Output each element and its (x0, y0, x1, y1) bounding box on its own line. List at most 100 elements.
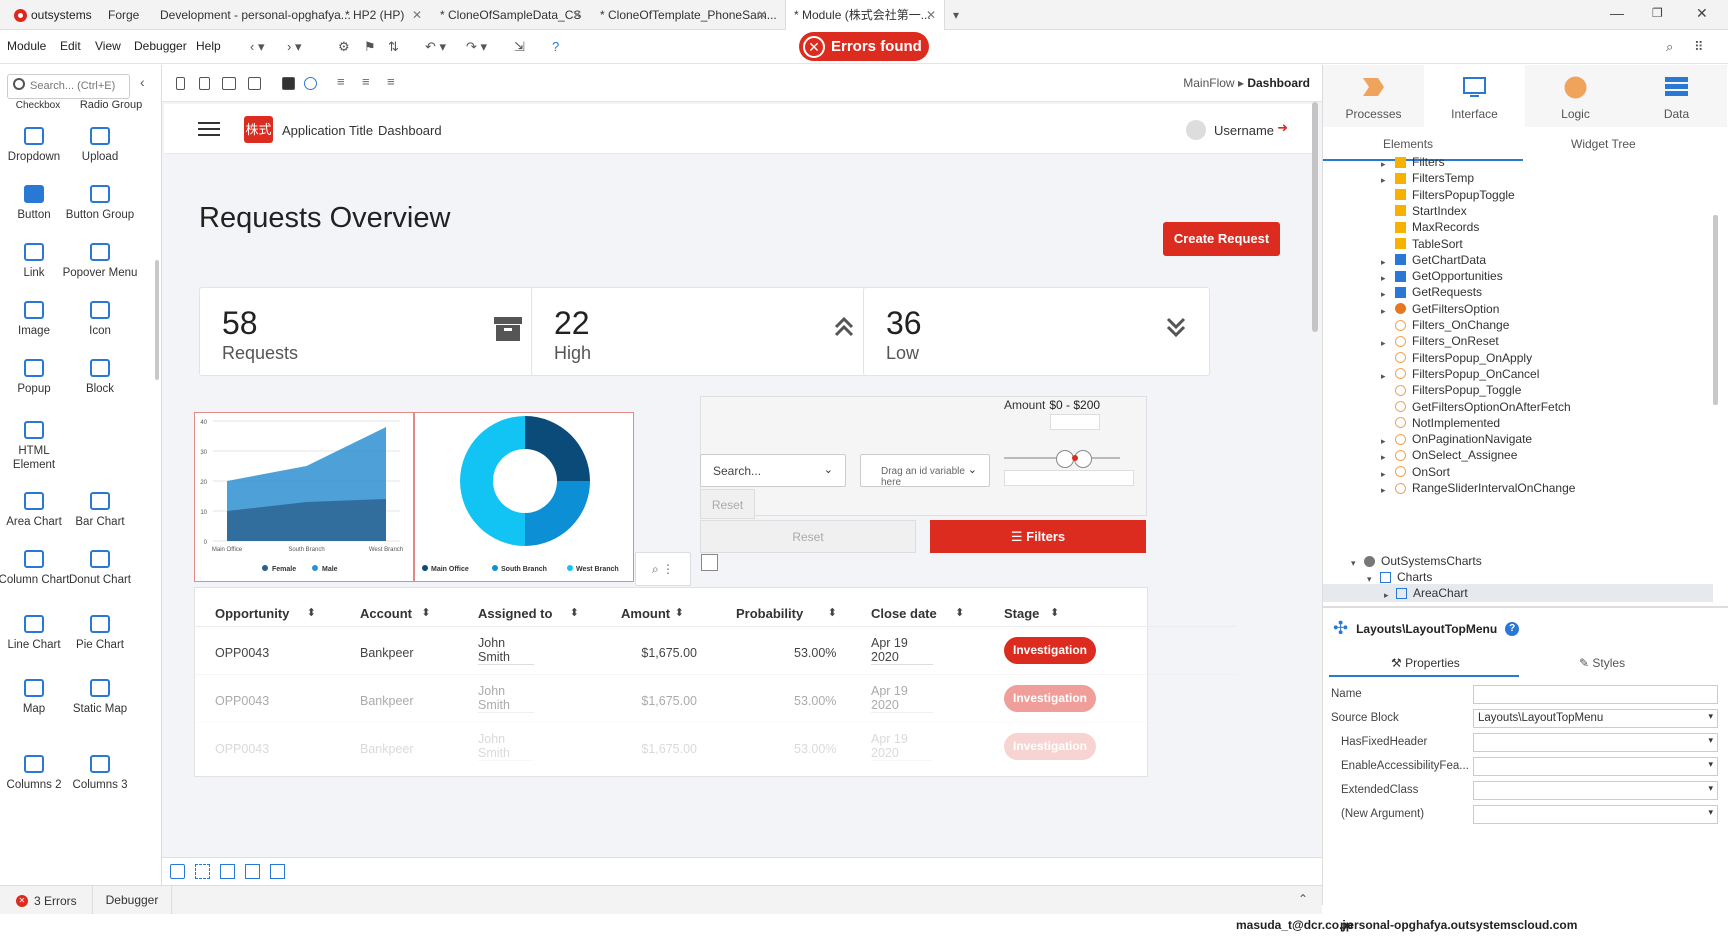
tree-item[interactable]: Filters (1395, 155, 1445, 169)
tree-group-outsystemscharts[interactable]: OutSystemsCharts (1364, 554, 1482, 568)
tablet-preview-icon[interactable] (199, 77, 210, 90)
reset-small-button[interactable]: Reset (700, 489, 755, 519)
tree-folder-charts[interactable]: Charts (1380, 570, 1432, 584)
tab-module[interactable]: * Module (株式会社第一... ✕ (785, 0, 945, 30)
undo-icon[interactable]: ↶ ▾ (425, 39, 446, 55)
logout-icon[interactable]: ➜ (1277, 120, 1288, 136)
css-icon[interactable] (282, 77, 295, 90)
panel-splitter[interactable] (1323, 606, 1728, 608)
search-dropdown[interactable]: Search... ⌄ (700, 454, 846, 487)
table-row[interactable]: OPP0043 Bankpeer John Smith - $1,675.00 53.00… (195, 674, 1237, 722)
apps-grid-icon[interactable]: ⠿ (1694, 39, 1704, 55)
help-icon[interactable]: ? (552, 39, 559, 54)
tree-item[interactable]: TableSort (1395, 237, 1463, 251)
minimize-icon[interactable]: — (1610, 0, 1624, 28)
amount-input[interactable] (1050, 414, 1100, 430)
back-icon[interactable]: ‹ ▾ (250, 39, 264, 55)
widget-radio-group[interactable]: Radio Group (73, 99, 149, 112)
breadcrumb-flow[interactable]: MainFlow (1183, 76, 1234, 90)
expand-arrow-icon[interactable]: ▸ (1384, 590, 1389, 601)
settings-icon[interactable]: ⚙ (338, 39, 350, 55)
tab-data[interactable]: Data (1626, 65, 1727, 127)
property-value-input[interactable]: ▾ (1473, 781, 1718, 800)
user-info[interactable]: Username (1186, 120, 1274, 140)
expand-arrow-icon[interactable]: ▸ (1381, 289, 1386, 300)
breadcrumb-screen[interactable]: Dashboard (1247, 76, 1310, 90)
widget-html-element[interactable]: HTML Element (0, 421, 72, 472)
canvas-scrollbar[interactable] (1312, 102, 1318, 332)
tab-processes[interactable]: Processes (1323, 65, 1424, 127)
expand-arrow-icon[interactable]: ▸ (1381, 469, 1386, 480)
subtab-elements[interactable]: Elements (1383, 137, 1433, 151)
table-row[interactable]: OPP0043 Bankpeer John Smith $1,675.00 53.00%… (195, 722, 1237, 770)
phone-preview-icon[interactable] (176, 77, 185, 90)
container-icon[interactable] (220, 864, 235, 879)
close-icon[interactable]: ✕ (926, 0, 936, 30)
tree-item[interactable]: FiltersPopup_OnCancel (1395, 367, 1539, 381)
chevron-up-icon[interactable]: ⌃ (1298, 892, 1308, 906)
widget-flag[interactable]: Icon (62, 301, 138, 338)
expand-arrow-icon[interactable]: ▸ (1381, 452, 1386, 463)
property-value-input[interactable] (1473, 685, 1718, 704)
expand-arrow-icon[interactable]: ▸ (1381, 306, 1386, 317)
nav-dashboard[interactable]: Dashboard (378, 123, 442, 138)
tab-hp2[interactable]: * HP2 (HP) ✕ (345, 0, 430, 30)
range-slider[interactable] (1004, 450, 1134, 468)
publish-icon[interactable]: ⇲ (514, 39, 525, 55)
tree-item[interactable]: GetFiltersOption (1395, 302, 1499, 316)
desktop-preview-icon[interactable] (222, 77, 236, 90)
widget-static-map[interactable]: Static Map (62, 679, 138, 716)
block-outline-icon[interactable] (245, 864, 260, 879)
assignee-dropdown[interactable]: Drag an id variable here ⌄ (860, 454, 990, 488)
tree-item[interactable]: GetChartData (1395, 253, 1486, 267)
window-close-icon[interactable]: ✕ (1696, 0, 1708, 28)
widget-tree-icon[interactable] (170, 864, 185, 879)
expand-arrow-icon[interactable]: ▸ (1381, 436, 1386, 447)
merge-icon[interactable]: ⇅ (388, 39, 399, 55)
tree-item[interactable]: OnSelect_Assignee (1395, 448, 1517, 462)
tree-item[interactable]: NotImplemented (1395, 416, 1500, 430)
placeholder-icon[interactable] (270, 864, 285, 879)
widget-popover-menu[interactable]: Popover Menu (62, 243, 138, 280)
app-logo[interactable]: 株式 (244, 116, 273, 143)
window-preview-icon[interactable] (248, 77, 261, 90)
expand-arrow-icon[interactable]: ▸ (1381, 485, 1386, 496)
column-header[interactable]: Probability (736, 606, 803, 621)
tree-item[interactable]: FiltersPopup_Toggle (1395, 383, 1521, 397)
tree-item[interactable]: FiltersPopupToggle (1395, 188, 1515, 202)
tree-item[interactable]: FiltersTemp (1395, 171, 1474, 185)
widget-bar-chart[interactable]: Bar Chart (62, 492, 138, 529)
widget-upload[interactable]: Upload (62, 127, 138, 164)
align-right-icon[interactable]: ≡ (387, 74, 395, 89)
close-icon[interactable]: ✕ (412, 0, 422, 30)
column-header[interactable]: Amount (621, 606, 670, 621)
column-header[interactable]: Opportunity (215, 606, 289, 621)
tree-item[interactable]: Filters_OnReset (1395, 334, 1499, 348)
property-value-input[interactable]: ▾ (1473, 757, 1718, 776)
widget-columns-3[interactable]: Columns 3 (62, 755, 138, 792)
tree-item[interactable]: RangeSliderIntervalOnChange (1395, 481, 1575, 495)
subtab-widget-tree[interactable]: Widget Tree (1571, 137, 1636, 151)
theme-icon[interactable] (304, 77, 317, 90)
tree-scrollbar[interactable] (1713, 215, 1718, 405)
align-center-icon[interactable]: ≡ (362, 74, 370, 89)
forward-icon[interactable]: › ▾ (287, 39, 301, 55)
search-toggle-button[interactable]: ⌕ ⋮ (635, 552, 691, 586)
tab-cloneofsampledata[interactable]: * CloneOfSampleData_CS ✕ (440, 0, 590, 30)
column-header[interactable]: Account (360, 606, 412, 621)
create-request-button[interactable]: Create Request (1163, 222, 1280, 256)
debug-icon[interactable]: ⚑ (364, 39, 376, 55)
tree-item[interactable]: Filters_OnChange (1395, 318, 1509, 332)
tree-item[interactable]: FiltersPopup_OnApply (1395, 351, 1532, 365)
expand-arrow-icon[interactable]: ▸ (1381, 175, 1386, 186)
checkbox[interactable] (701, 554, 718, 571)
expand-arrow-icon[interactable]: ▾ (1351, 558, 1356, 569)
column-header[interactable]: Close date (871, 606, 937, 621)
toolbox-search-input[interactable]: Search... (Ctrl+E) (7, 74, 130, 99)
property-value-input[interactable]: Layouts\LayoutTopMenu ▾ (1473, 709, 1718, 728)
search-icon[interactable]: ⌕ (1666, 39, 1673, 55)
tree-item[interactable]: GetFiltersOptionOnAfterFetch (1395, 400, 1571, 414)
tree-item[interactable]: GetRequests (1395, 285, 1482, 299)
property-value-input[interactable]: ▾ (1473, 733, 1718, 752)
expand-arrow-icon[interactable]: ▸ (1381, 371, 1386, 382)
